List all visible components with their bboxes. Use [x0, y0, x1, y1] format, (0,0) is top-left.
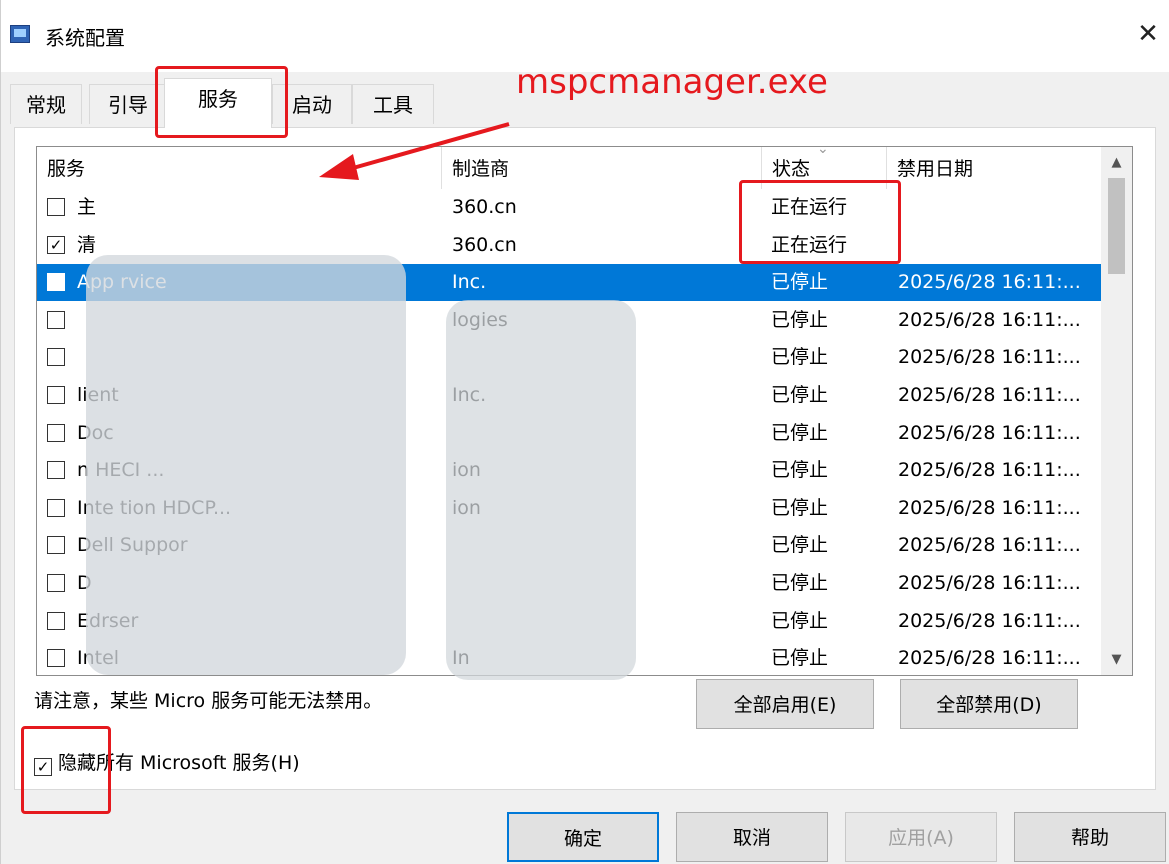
- annotation-arrow-icon: [319, 122, 510, 180]
- system-configuration-window: 系统配置 ✕ 常规 引导 服务 启动 工具 服务 制造商 状态 禁用日期 ⌄ 主…: [0, 0, 1169, 864]
- tab-services[interactable]: 服务: [164, 78, 272, 128]
